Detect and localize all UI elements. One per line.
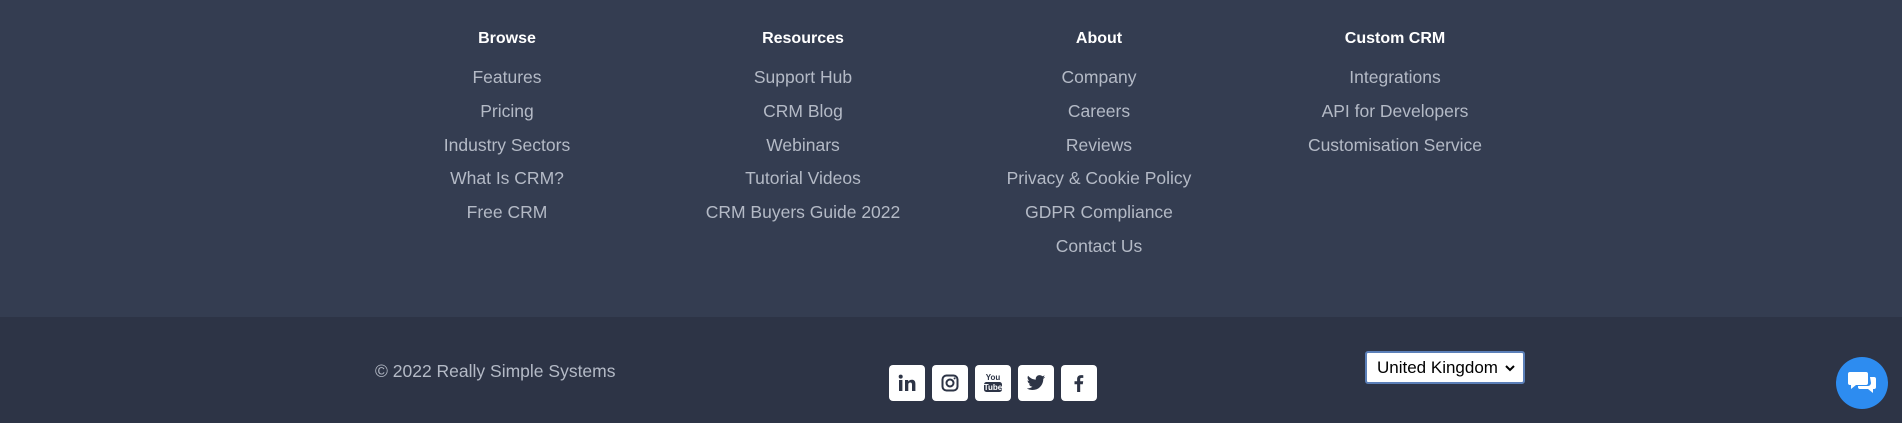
- linkedin-icon[interactable]: [889, 365, 925, 401]
- link-crm-buyers-guide[interactable]: CRM Buyers Guide 2022: [673, 202, 933, 222]
- chevron-down-icon: [1505, 364, 1515, 371]
- column-heading-custom-crm: Custom CRM: [1344, 30, 1446, 47]
- copyright-text: © 2022 Really Simple Systems: [375, 361, 616, 381]
- svg-text:Tube: Tube: [984, 383, 1003, 392]
- footer-links: Browse Features Pricing Industry Sectors…: [0, 0, 1902, 317]
- link-contact-us[interactable]: Contact Us: [969, 236, 1229, 256]
- link-gdpr-compliance[interactable]: GDPR Compliance: [969, 202, 1229, 222]
- link-reviews[interactable]: Reviews: [969, 135, 1229, 155]
- link-industry-sectors[interactable]: Industry Sectors: [377, 135, 637, 155]
- chat-bubbles-icon: [1848, 372, 1876, 393]
- link-crm-blog[interactable]: CRM Blog: [673, 101, 933, 121]
- link-company[interactable]: Company: [969, 67, 1229, 87]
- instagram-icon[interactable]: [932, 365, 968, 401]
- facebook-icon[interactable]: [1061, 365, 1097, 401]
- link-what-is-crm[interactable]: What Is CRM?: [377, 168, 637, 188]
- footer-column-browse: Browse Features Pricing Industry Sectors…: [377, 30, 637, 236]
- link-support-hub[interactable]: Support Hub: [673, 67, 933, 87]
- country-select[interactable]: United Kingdom: [1365, 351, 1525, 384]
- chat-button[interactable]: [1836, 357, 1888, 409]
- link-tutorial-videos[interactable]: Tutorial Videos: [673, 168, 933, 188]
- link-api-for-developers[interactable]: API for Developers: [1265, 101, 1525, 121]
- link-free-crm[interactable]: Free CRM: [377, 202, 637, 222]
- social-links: You Tube: [889, 365, 1097, 401]
- column-heading-browse: Browse: [478, 30, 536, 47]
- column-heading-resources: Resources: [762, 30, 844, 47]
- footer-column-about: About Company Careers Reviews Privacy & …: [969, 30, 1229, 270]
- footer-bottom-bar: © 2022 Really Simple Systems You Tube Un…: [0, 317, 1902, 423]
- svg-text:You: You: [986, 373, 1001, 382]
- country-select-value: United Kingdom: [1377, 357, 1498, 377]
- link-pricing[interactable]: Pricing: [377, 101, 637, 121]
- column-heading-about: About: [1075, 30, 1123, 47]
- youtube-icon[interactable]: You Tube: [975, 365, 1011, 401]
- link-integrations[interactable]: Integrations: [1265, 67, 1525, 87]
- footer-column-custom-crm: Custom CRM Integrations API for Develope…: [1265, 30, 1525, 168]
- link-customisation-service[interactable]: Customisation Service: [1265, 135, 1525, 155]
- link-webinars[interactable]: Webinars: [673, 135, 933, 155]
- link-features[interactable]: Features: [377, 67, 637, 87]
- footer-column-resources: Resources Support Hub CRM Blog Webinars …: [673, 30, 933, 236]
- link-careers[interactable]: Careers: [969, 101, 1229, 121]
- link-privacy-cookie-policy[interactable]: Privacy & Cookie Policy: [969, 168, 1229, 188]
- twitter-icon[interactable]: [1018, 365, 1054, 401]
